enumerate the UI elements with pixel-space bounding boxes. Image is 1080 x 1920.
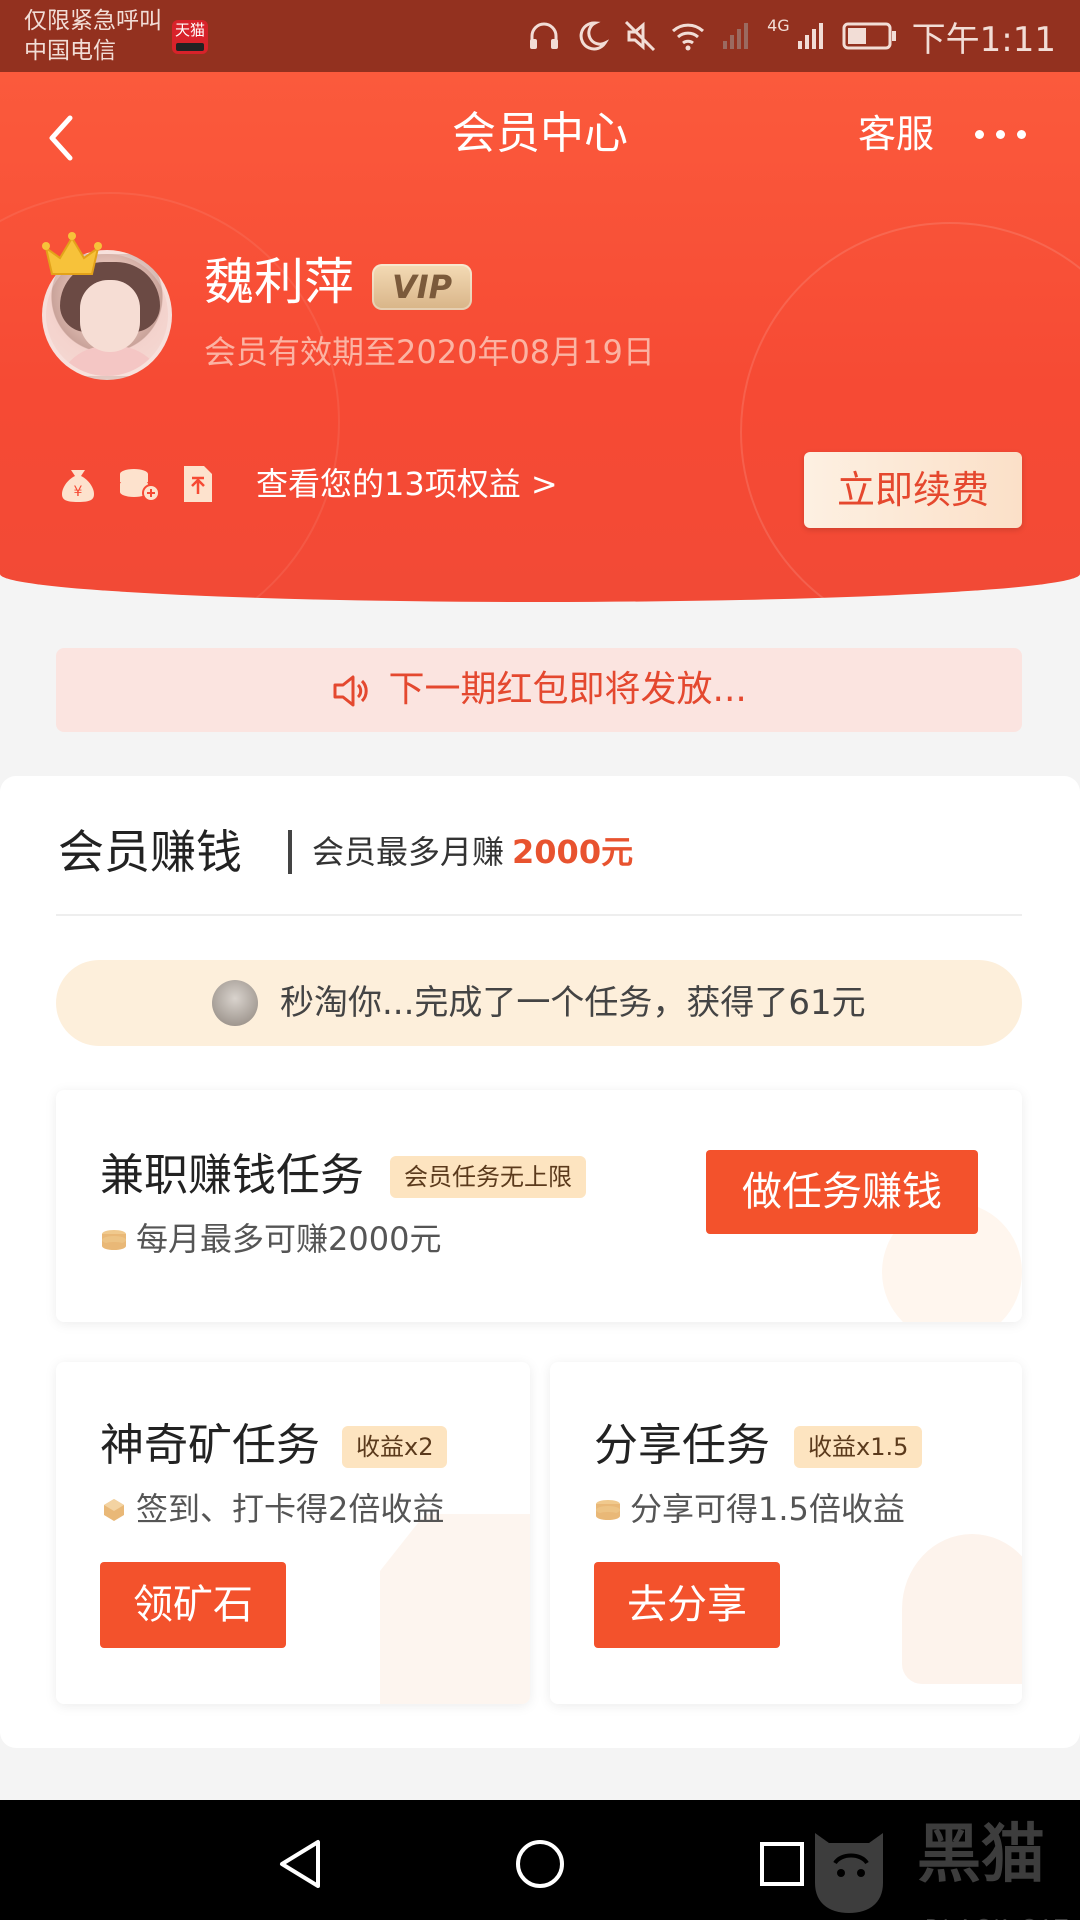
mine-task-card: 神奇矿任务 收益x2 签到、打卡得2倍收益 领矿石 xyxy=(56,1362,530,1704)
wifi-icon xyxy=(672,23,705,51)
coins-icon xyxy=(120,469,160,502)
task-tag: 收益x2 xyxy=(342,1426,448,1468)
document-upload-icon xyxy=(184,466,212,502)
signal-off-icon xyxy=(723,23,749,49)
carrier-info: 仅限紧急呼叫 中国电信 xyxy=(24,6,162,66)
headphones-icon xyxy=(530,22,559,49)
claim-ore-button[interactable]: 领矿石 xyxy=(100,1562,286,1648)
mute-icon xyxy=(625,20,656,52)
coin-stack-icon xyxy=(102,1230,126,1250)
user-avatar-area[interactable] xyxy=(40,230,180,380)
view-benefits-link[interactable]: 查看您的13项权益 > xyxy=(256,462,558,506)
earn-section: 会员赚钱 会员最多月赚 2000元 秒淘你...完成了一个任务，获得了61元 兼职… xyxy=(0,776,1080,1748)
carrier-text: 中国电信 xyxy=(24,38,116,64)
activity-ticker: 秒淘你...完成了一个任务，获得了61元 xyxy=(56,960,1022,1046)
emergency-call-text: 仅限紧急呼叫 xyxy=(24,8,162,34)
moon-icon xyxy=(579,21,610,51)
watermark-text: 黑猫 xyxy=(917,1818,1045,1892)
status-bar: 仅限紧急呼叫 中国电信 天猫 4G 下午1:11 xyxy=(0,0,1080,72)
vip-badge: VIP xyxy=(372,264,472,310)
battery-icon xyxy=(842,22,896,50)
section-subtitle: 会员最多月赚 2000元 xyxy=(312,826,633,878)
do-task-button[interactable]: 做任务赚钱 xyxy=(706,1150,978,1234)
part-time-task-card: 兼职赚钱任务 会员任务无上限 每月最多可赚2000元 做任务赚钱 xyxy=(56,1090,1022,1322)
svg-text:¥: ¥ xyxy=(74,484,83,500)
membership-expiry: 会员有效期至2020年08月19日 xyxy=(204,333,655,371)
share-task-card: 分享任务 收益x1.5 分享可得1.5倍收益 去分享 xyxy=(550,1362,1022,1704)
black-cat-logo-icon xyxy=(815,1833,883,1913)
task-tag: 收益x1.5 xyxy=(794,1426,923,1468)
member-header: 会员中心 客服 魏利萍 VIP 会员有效期至2020年08月19日 ¥ 查看您的… xyxy=(0,72,1080,602)
divider xyxy=(56,914,1022,916)
notice-text: 下一期红包即将发放... xyxy=(388,669,747,710)
max-amount: 2000元 xyxy=(512,833,634,871)
money-bag-icon: ¥ xyxy=(62,470,94,502)
crown-icon xyxy=(42,232,102,275)
coin-stack-icon xyxy=(596,1500,620,1520)
blackcat-watermark: 黑猫 BLACK CAT xyxy=(805,1805,1080,1920)
more-icon[interactable] xyxy=(975,124,1031,144)
card-watermark xyxy=(380,1514,530,1704)
ore-icon xyxy=(104,1499,124,1521)
nav-back-icon[interactable] xyxy=(272,1834,332,1894)
customer-service-button[interactable]: 客服 xyxy=(858,104,934,164)
ticker-text: 秒淘你...完成了一个任务，获得了61元 xyxy=(280,983,866,1023)
card-watermark xyxy=(902,1534,1022,1684)
subtitle-text: 会员最多月赚 xyxy=(312,833,505,871)
status-icons: 4G 下午1:11 xyxy=(527,14,1056,60)
nav-home-icon[interactable] xyxy=(510,1834,570,1894)
nav-recent-apps-icon[interactable] xyxy=(752,1834,812,1894)
clock: 下午1:11 xyxy=(911,19,1056,60)
benefit-icons: ¥ xyxy=(56,462,220,506)
share-button[interactable]: 去分享 xyxy=(594,1562,780,1648)
user-name: 魏利萍 xyxy=(204,253,354,311)
title-separator xyxy=(288,830,292,874)
signal-icon xyxy=(797,23,823,49)
task-desc: 签到、打卡得2倍收益 xyxy=(136,1490,445,1528)
task-title: 分享任务 xyxy=(594,1420,770,1471)
section-title: 会员赚钱 xyxy=(58,825,242,879)
renew-button[interactable]: 立即续费 xyxy=(804,452,1022,528)
task-tag: 会员任务无上限 xyxy=(390,1156,586,1198)
network-type: 4G xyxy=(767,16,790,35)
speaker-icon xyxy=(333,675,368,707)
task-desc: 分享可得1.5倍收益 xyxy=(630,1490,905,1528)
red-packet-notice: 下一期红包即将发放... xyxy=(56,648,1022,732)
task-title: 神奇矿任务 xyxy=(100,1420,320,1471)
task-desc: 每月最多可赚2000元 xyxy=(136,1220,442,1258)
task-title: 兼职赚钱任务 xyxy=(100,1150,364,1201)
ticker-avatar xyxy=(212,980,258,1026)
watermark-subtext: BLACK CAT xyxy=(925,1887,1071,1920)
tmall-notification-icon: 天猫 xyxy=(172,20,208,54)
tmall-icon-label: 天猫 xyxy=(174,21,205,39)
